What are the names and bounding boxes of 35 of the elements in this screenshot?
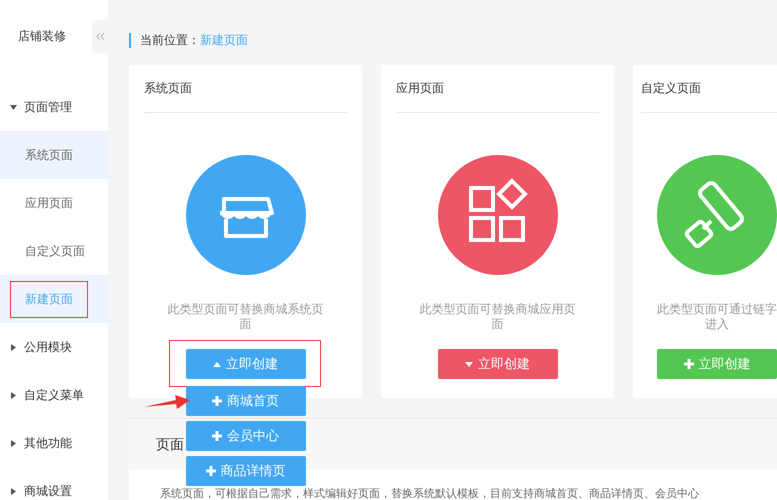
sidebar-group[interactable]: 公用模块 (0, 323, 108, 371)
card-title: 系统页面 (144, 65, 347, 113)
sidebar-group[interactable]: 自定义菜单 (0, 371, 108, 419)
sidebar-title: 店铺装修 (18, 28, 66, 45)
menu-item[interactable]: 会员中心 (186, 421, 306, 451)
menu-item[interactable]: 商品详情页 (186, 456, 306, 486)
card-title: 自定义页面 (641, 65, 777, 113)
plus-icon (684, 359, 694, 369)
plus-icon (212, 396, 222, 406)
sidebar-group[interactable]: 其他功能 (0, 419, 108, 467)
collapse-button[interactable] (92, 20, 108, 53)
card-description: 此类型页面可替换商城应用页面 (418, 302, 576, 333)
card-title: 应用页面 (396, 65, 599, 113)
create-button[interactable]: 立即创建 (186, 349, 306, 379)
caret-icon (213, 362, 221, 366)
section-text: 系统页面，可根据自己需求，样式编辑好页面，替换系统默认模板，目前支持商城首页、商品详情页、会员中心 (160, 487, 699, 500)
caret-icon (10, 344, 17, 350)
caret-icon (10, 104, 17, 110)
breadcrumb-label: 当前位置： (140, 32, 200, 48)
create-button[interactable]: 立即创建 (438, 349, 558, 379)
card-description: 此类型页面可通过链字进入 (656, 302, 777, 333)
section-title: 页面 (156, 436, 184, 454)
plus-icon (206, 466, 216, 476)
card-description: 此类型页面可替换商城系统页面 (166, 302, 324, 333)
caret-icon (10, 392, 17, 398)
sidebar-group[interactable]: 商城设置 (0, 467, 108, 500)
caret-icon (10, 440, 17, 446)
plus-icon (212, 431, 222, 441)
sidebar-item[interactable]: 自定义页面 (10, 232, 100, 270)
menu-item[interactable]: 商城首页 (186, 386, 306, 416)
sidebar-item[interactable]: 应用页面 (10, 184, 88, 222)
caret-icon (10, 488, 17, 494)
double-chevron-icon (96, 32, 104, 41)
sidebar-group[interactable]: 页面管理 (0, 83, 108, 131)
caret-icon (465, 362, 473, 366)
